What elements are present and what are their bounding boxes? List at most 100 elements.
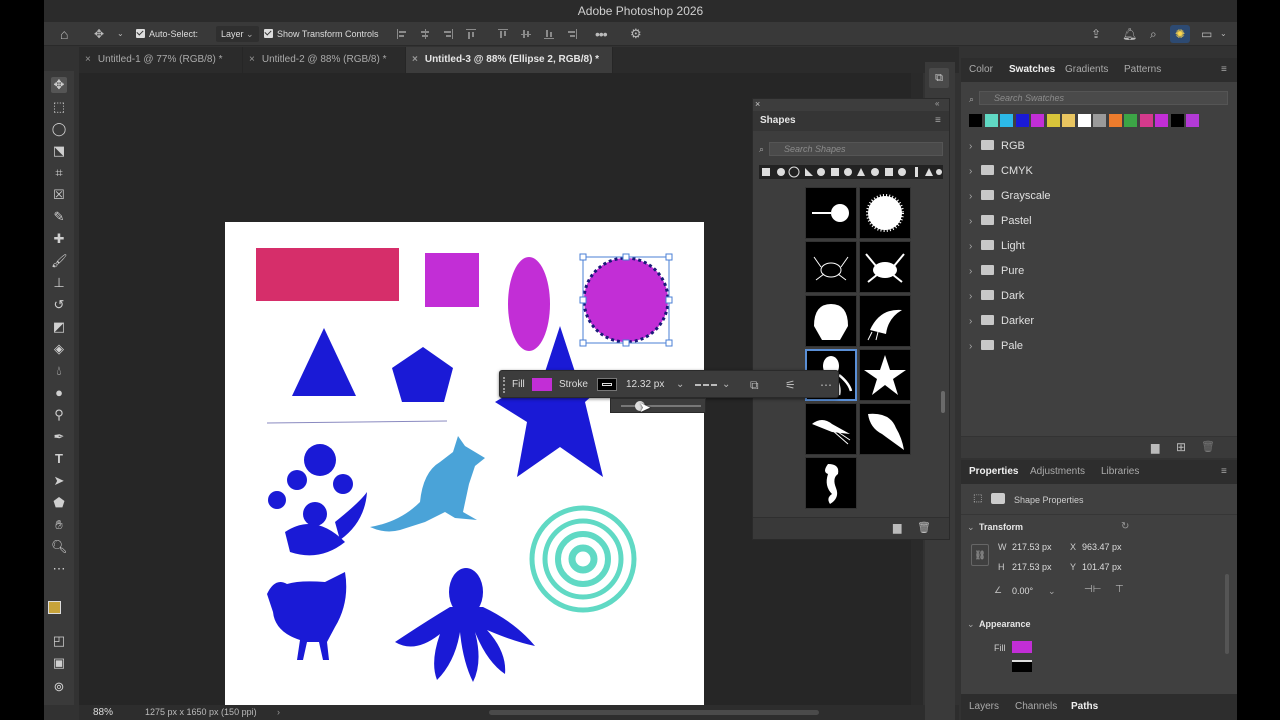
chevron-down-icon[interactable]: ⌄ bbox=[967, 619, 975, 630]
marquee-tool-icon[interactable]: ⬚ bbox=[51, 99, 67, 115]
color-swatch[interactable] bbox=[1000, 114, 1013, 127]
status-arrow-icon[interactable]: › bbox=[277, 705, 280, 720]
tab-paths[interactable]: Paths bbox=[1071, 694, 1098, 718]
eraser-tool-icon[interactable]: ◩ bbox=[51, 319, 67, 335]
more-tools-icon[interactable]: ⋯ bbox=[51, 561, 67, 577]
flip-vertical-icon[interactable]: ⊤ bbox=[1115, 584, 1124, 595]
ellipse-shape[interactable] bbox=[508, 257, 550, 351]
close-icon[interactable]: × bbox=[249, 54, 255, 65]
move-tool-icon[interactable]: ✥ bbox=[51, 77, 67, 93]
appearance-stroke-swatch[interactable] bbox=[1012, 660, 1032, 672]
color-swatch[interactable] bbox=[1093, 114, 1106, 127]
tab-libraries[interactable]: Libraries bbox=[1101, 460, 1139, 484]
tab-untitled-3[interactable]: × Untitled-3 @ 88% (Ellipse 2, RGB/8) * bbox=[406, 47, 613, 73]
appearance-fill-swatch[interactable] bbox=[1012, 641, 1032, 653]
discover-lightbulb-icon[interactable]: ✺ bbox=[1170, 25, 1190, 43]
folder-grayscale[interactable]: › Grayscale bbox=[969, 186, 1051, 206]
align-left-icon[interactable] bbox=[397, 29, 407, 39]
shape-squid[interactable] bbox=[805, 403, 857, 455]
auto-select-checkbox[interactable]: Auto-Select: bbox=[136, 22, 198, 46]
color-swatch[interactable] bbox=[1046, 114, 1060, 127]
kangaroo-shape[interactable] bbox=[370, 436, 485, 532]
drag-handle-icon[interactable] bbox=[503, 377, 507, 393]
shape-shell[interactable] bbox=[805, 295, 857, 347]
color-swatch[interactable] bbox=[1062, 114, 1075, 127]
quick-mask-icon[interactable]: ◰ bbox=[51, 633, 67, 649]
folder-pale[interactable]: › Pale bbox=[969, 336, 1023, 356]
lasso-tool-icon[interactable]: ◯ bbox=[51, 121, 67, 137]
new-group-folder-icon[interactable]: ▆ bbox=[893, 521, 901, 534]
edit-toolbar-icon[interactable]: ⊚ bbox=[51, 679, 67, 695]
shape-crab-outline[interactable] bbox=[805, 241, 857, 293]
tab-layers[interactable]: Layers bbox=[969, 694, 999, 718]
brush-tool-icon[interactable]: 🖌︎ bbox=[51, 253, 68, 269]
stamp-tool-icon[interactable]: ⊥ bbox=[51, 275, 67, 291]
folder-dark[interactable]: › Dark bbox=[969, 286, 1024, 306]
color-swatch[interactable] bbox=[1077, 114, 1091, 127]
close-icon[interactable]: × bbox=[412, 54, 418, 65]
shape-crab[interactable] bbox=[859, 241, 911, 293]
share-icon[interactable]: ⇪ bbox=[1091, 22, 1101, 46]
tab-adjustments[interactable]: Adjustments bbox=[1030, 460, 1085, 484]
shape-tool-icon[interactable]: ⬟ bbox=[51, 495, 67, 511]
close-icon[interactable]: × bbox=[755, 99, 760, 109]
search-shapes-input[interactable]: Search Shapes bbox=[769, 142, 943, 156]
stroke-width-field[interactable]: 12.32 px bbox=[626, 371, 664, 399]
color-swatch[interactable] bbox=[1124, 114, 1137, 127]
x-field[interactable]: 963.47 px bbox=[1078, 540, 1134, 554]
color-swatch[interactable] bbox=[1139, 114, 1153, 127]
blur-tool-icon[interactable]: 💧︎ bbox=[51, 363, 67, 379]
pen-tool-icon[interactable]: ✒ bbox=[51, 429, 67, 445]
recent-shapes-strip[interactable] bbox=[759, 165, 943, 179]
tab-untitled-2[interactable]: × Untitled-2 @ 88% (RGB/8) * bbox=[243, 47, 406, 73]
eyedropper-tool-icon[interactable]: ✎ bbox=[51, 209, 67, 225]
selected-circle-shape[interactable] bbox=[582, 256, 670, 344]
foreground-color-swatch[interactable] bbox=[48, 601, 61, 614]
flower-shape[interactable] bbox=[268, 444, 367, 556]
tab-color[interactable]: Color bbox=[969, 58, 993, 82]
folder-rgb[interactable]: › RGB bbox=[969, 136, 1025, 156]
color-swatch[interactable] bbox=[1186, 114, 1199, 127]
trash-icon[interactable]: 🗑︎ bbox=[1201, 440, 1215, 453]
stroke-type-dashed-icon[interactable] bbox=[695, 384, 717, 386]
square-shape[interactable] bbox=[425, 253, 479, 307]
panel-menu-icon[interactable]: ≡ bbox=[935, 111, 941, 131]
folder-pastel[interactable]: › Pastel bbox=[969, 211, 1032, 231]
folder-light[interactable]: › Light bbox=[969, 236, 1025, 256]
history-panel-icon[interactable]: ⧉ bbox=[929, 68, 949, 88]
stroke-width-slider[interactable] bbox=[610, 398, 706, 413]
chevron-down-icon[interactable]: ⌄ bbox=[967, 522, 975, 533]
show-transform-checkbox[interactable]: Show Transform Controls bbox=[264, 22, 379, 46]
healing-brush-tool-icon[interactable]: ✚ bbox=[51, 231, 67, 247]
folder-cmyk[interactable]: › CMYK bbox=[969, 161, 1033, 181]
shapes-scrollbar[interactable] bbox=[941, 391, 945, 413]
align-bottom-icon[interactable] bbox=[544, 29, 554, 39]
distribute-h-icon[interactable] bbox=[466, 29, 476, 39]
color-swatch[interactable] bbox=[1155, 114, 1168, 127]
history-brush-tool-icon[interactable]: ↺ bbox=[51, 297, 67, 313]
auto-select-dropdown[interactable]: Layer ⌄ bbox=[216, 26, 259, 42]
flip-horizontal-icon[interactable]: ⊣⊢ bbox=[1084, 584, 1101, 595]
stroke-width-chevron-icon[interactable]: ⌄ bbox=[676, 371, 684, 399]
gear-icon[interactable]: ⚙ bbox=[630, 22, 642, 46]
tab-channels[interactable]: Channels bbox=[1015, 694, 1057, 718]
triangle-shape[interactable] bbox=[292, 328, 356, 396]
align-top-icon[interactable] bbox=[498, 29, 508, 39]
workspace-icon[interactable]: ▭ bbox=[1201, 22, 1212, 46]
screen-mode-icon[interactable]: ▣ bbox=[51, 655, 67, 671]
type-tool-icon[interactable]: T bbox=[51, 451, 67, 467]
tab-swatches[interactable]: Swatches bbox=[1009, 58, 1055, 82]
shape-starfish[interactable] bbox=[859, 349, 911, 401]
star-shape[interactable] bbox=[495, 326, 619, 477]
adjust-settings-icon[interactable]: ⚟ bbox=[785, 371, 796, 399]
dodge-tool-icon[interactable]: ● bbox=[51, 385, 67, 401]
y-field[interactable]: 101.47 px bbox=[1078, 560, 1134, 574]
move-tool-icon[interactable]: ✥ bbox=[94, 22, 104, 46]
height-field[interactable]: 217.53 px bbox=[1008, 560, 1064, 574]
tab-untitled-1[interactable]: × Untitled-1 @ 77% (RGB/8) * bbox=[79, 47, 243, 73]
more-options-icon[interactable]: ⋯ bbox=[820, 371, 832, 399]
panel-menu-icon[interactable]: ≡ bbox=[1221, 58, 1227, 82]
fill-color-swatch[interactable] bbox=[532, 378, 552, 391]
more-options-icon[interactable]: ••• bbox=[595, 22, 608, 46]
folder-pure[interactable]: › Pure bbox=[969, 261, 1024, 281]
